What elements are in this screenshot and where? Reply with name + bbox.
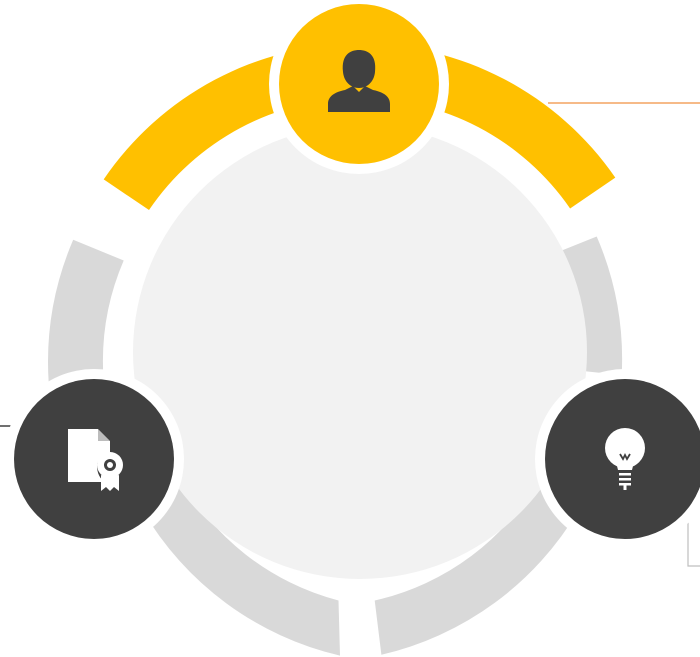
leader-line-right (687, 520, 700, 567)
node-certificate (4, 369, 184, 549)
center-disc (133, 125, 587, 579)
node-person (269, 0, 449, 174)
ring-segment-left (48, 239, 124, 383)
cycle-diagram (0, 0, 700, 656)
